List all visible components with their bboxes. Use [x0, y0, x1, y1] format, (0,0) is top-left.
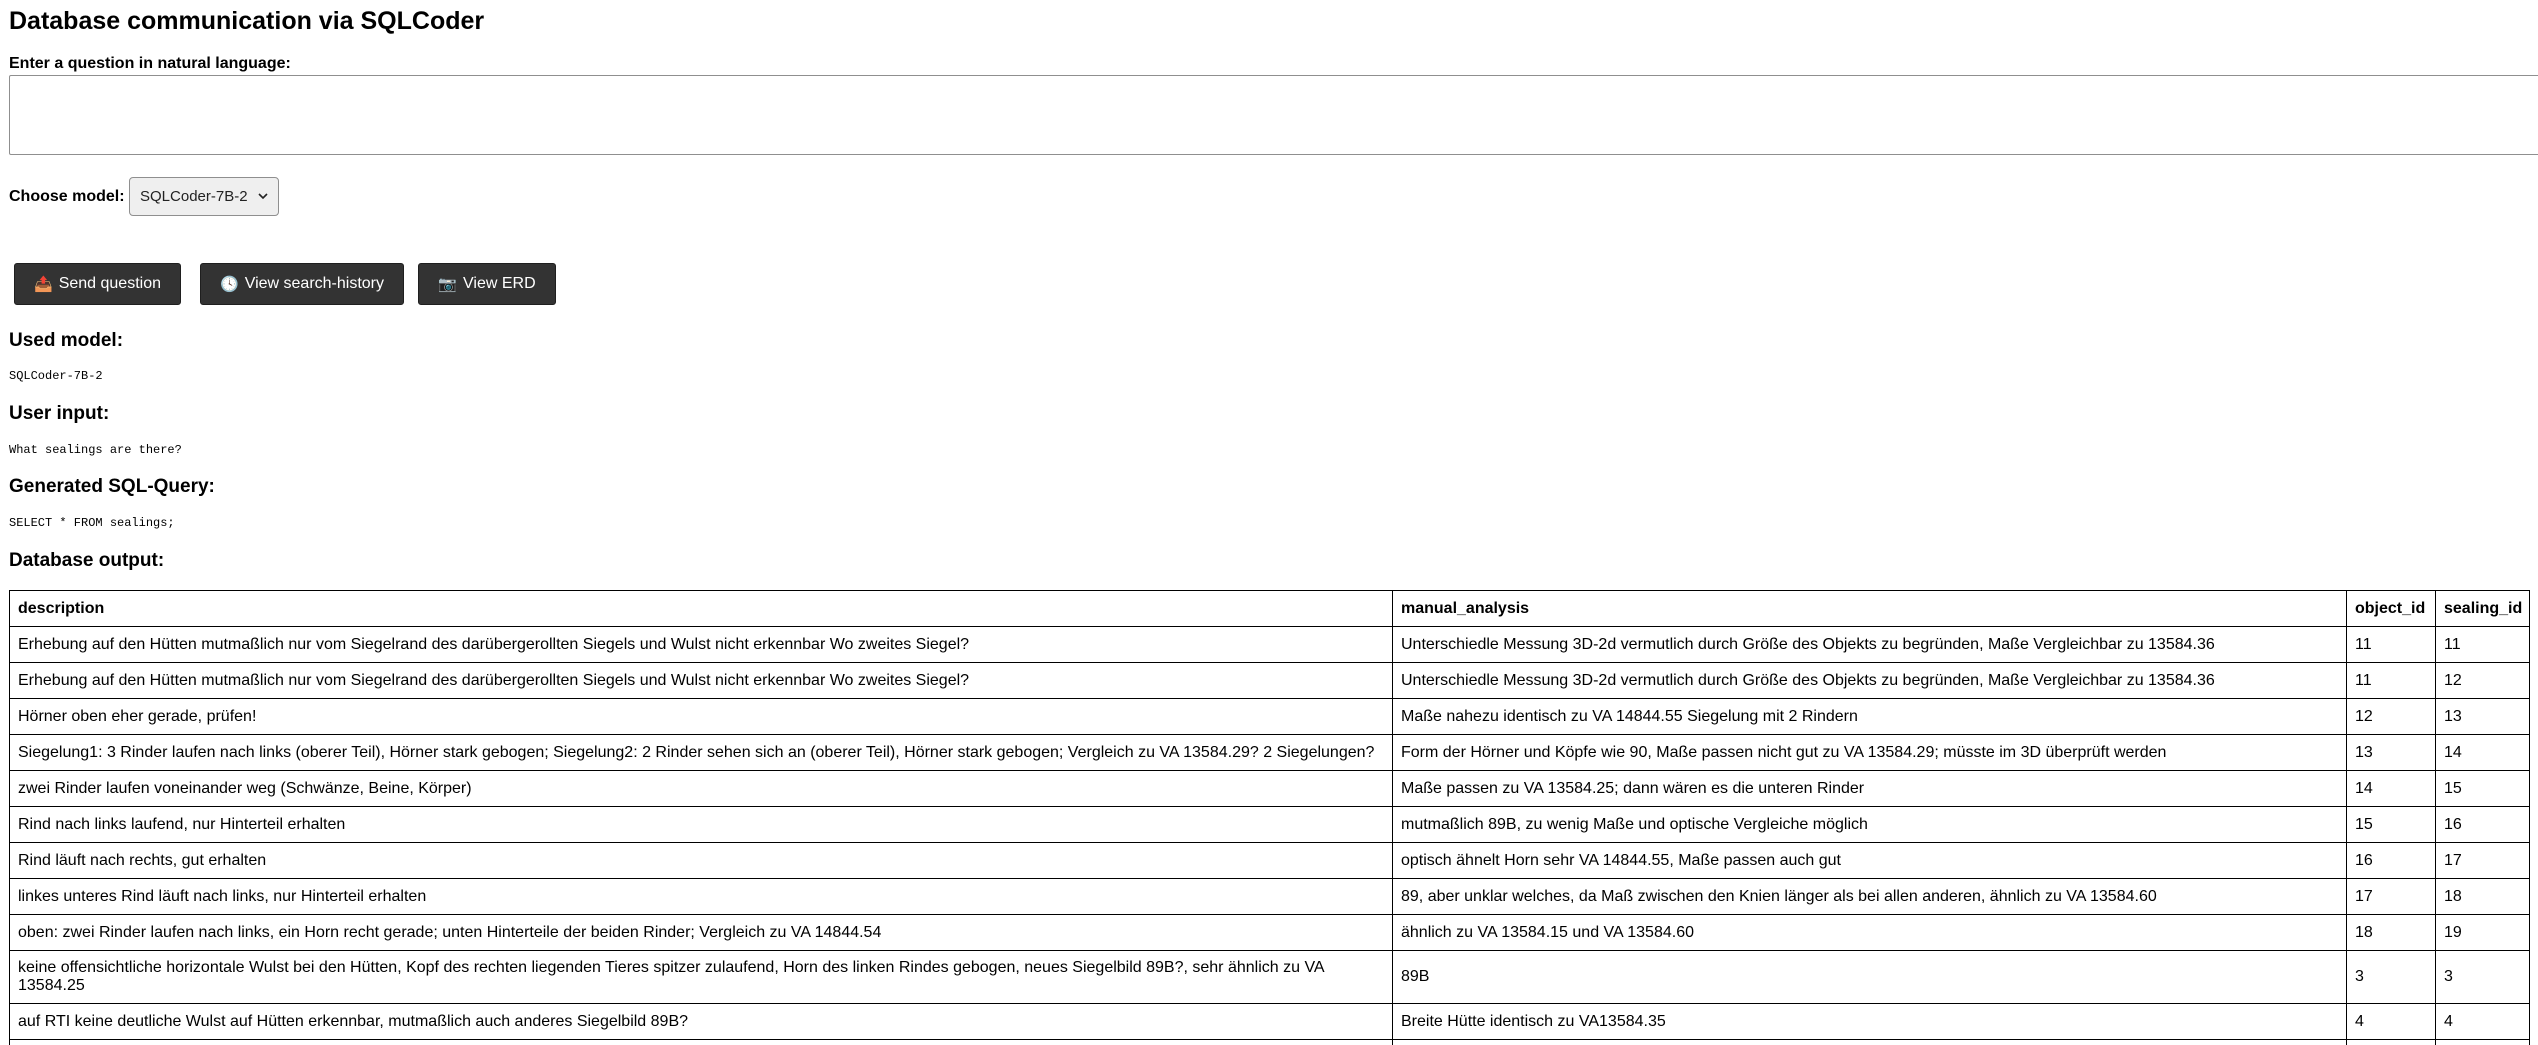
table-row: keine offensichtliche horizontale Wulst …	[9, 950, 2530, 1004]
cell-description: Erhebung auf den Hütten mutmaßlich nur v…	[9, 626, 1393, 663]
cell-object-id: 18	[2346, 914, 2436, 951]
cell-manual-analysis: Breite Hütte identisch zu VA13584.35	[1392, 1003, 2347, 1040]
cell-object-id: 15	[2346, 806, 2436, 843]
column-header-object-id: object_id	[2346, 590, 2436, 627]
user-input-heading: User input:	[9, 403, 110, 424]
cell-manual-analysis: mutmaßlich 89B, zu wenig Maße und optisc…	[1392, 806, 2347, 843]
used-model-value: SQLCoder-7B-2	[9, 369, 103, 383]
model-label: Choose model:	[9, 188, 125, 205]
cell-manual-analysis: 89B	[1392, 950, 2347, 1004]
cell-sealing-id: 16	[2435, 806, 2530, 843]
table-row	[9, 1039, 2530, 1045]
cell-description: Hörner oben eher gerade, prüfen!	[9, 698, 1393, 735]
cell-description: keine offensichtliche horizontale Wulst …	[9, 950, 1393, 1004]
question-label: Enter a question in natural language:	[9, 55, 291, 72]
cell-object-id: 3	[2346, 950, 2436, 1004]
cell-object-id: 11	[2346, 626, 2436, 663]
table-row: Erhebung auf den Hütten mutmaßlich nur v…	[9, 662, 2530, 699]
cell-sealing-id: 13	[2435, 698, 2530, 735]
outbox-tray-icon: 📤	[34, 276, 53, 293]
cell-object-id: 16	[2346, 842, 2436, 879]
database-output-heading: Database output:	[9, 550, 165, 571]
cell-object-id: 11	[2346, 662, 2436, 699]
used-model-heading: Used model:	[9, 330, 124, 351]
view-erd-label: View ERD	[463, 275, 536, 292]
cell-object-id: 14	[2346, 770, 2436, 807]
cell-description: linkes unteres Rind läuft nach links, nu…	[9, 878, 1393, 915]
cell-description: auf RTI keine deutliche Wulst auf Hütten…	[9, 1003, 1393, 1040]
cell-object-id: 4	[2346, 1003, 2436, 1040]
camera-icon: 📷	[438, 276, 458, 293]
table-row: zwei Rinder laufen voneinander weg (Schw…	[9, 770, 2530, 807]
cell-manual-analysis: optisch ähnelt Horn sehr VA 14844.55, Ma…	[1392, 842, 2347, 879]
page: Database communication via SQLCoder Ente…	[0, 0, 2538, 1045]
cell-manual-analysis: ähnlich zu VA 13584.15 und VA 13584.60	[1392, 914, 2347, 951]
send-question-label: Send question	[58, 275, 161, 292]
cell-sealing-id: 11	[2435, 626, 2530, 663]
model-select-value: SQLCoder-7B-2	[140, 188, 248, 205]
cell-description: Siegelung1: 3 Rinder laufen nach links (…	[9, 734, 1393, 771]
table-row: linkes unteres Rind läuft nach links, nu…	[9, 878, 2530, 915]
user-input-value: What sealings are there?	[9, 443, 182, 457]
cell-sealing-id: 3	[2435, 950, 2530, 1004]
view-search-history-label: View search-history	[244, 275, 384, 292]
cell-manual-analysis: Unterschiedle Messung 3D-2d vermutlich d…	[1392, 626, 2347, 663]
cell-manual-analysis: 89, aber unklar welches, da Maß zwischen…	[1392, 878, 2347, 915]
cell-description	[9, 1039, 1393, 1045]
cell-sealing-id: 4	[2435, 1003, 2530, 1040]
cell-object-id	[2346, 1039, 2436, 1045]
cell-sealing-id: 15	[2435, 770, 2530, 807]
cell-sealing-id: 12	[2435, 662, 2530, 699]
page-title: Database communication via SQLCoder	[9, 7, 485, 35]
table-row: Siegelung1: 3 Rinder laufen nach links (…	[9, 734, 2530, 771]
clock-icon: 🕓	[220, 276, 239, 293]
table-row: oben: zwei Rinder laufen nach links, ein…	[9, 914, 2530, 951]
table-row: auf RTI keine deutliche Wulst auf Hütten…	[9, 1003, 2530, 1040]
cell-manual-analysis: Maße nahezu identisch zu VA 14844.55 Sie…	[1392, 698, 2347, 735]
cell-description: zwei Rinder laufen voneinander weg (Schw…	[9, 770, 1393, 807]
table-row: Rind läuft nach rechts, gut erhalten opt…	[9, 842, 2530, 879]
cell-object-id: 13	[2346, 734, 2436, 771]
database-output-table: description manual_analysis object_id se…	[9, 590, 2530, 1045]
table-header-row: description manual_analysis object_id se…	[9, 590, 2530, 627]
cell-manual-analysis: Maße passen zu VA 13584.25; dann wären e…	[1392, 770, 2347, 807]
column-header-sealing-id: sealing_id	[2435, 590, 2530, 627]
send-question-button[interactable]: 📤 Send question	[14, 263, 181, 305]
table-row: Rind nach links laufend, nur Hinterteil …	[9, 806, 2530, 843]
view-erd-button[interactable]: 📷 View ERD	[418, 263, 556, 305]
cell-manual-analysis: Form der Hörner und Köpfe wie 90, Maße p…	[1392, 734, 2347, 771]
cell-description: oben: zwei Rinder laufen nach links, ein…	[9, 914, 1393, 951]
cell-sealing-id	[2435, 1039, 2530, 1045]
cell-description: Rind läuft nach rechts, gut erhalten	[9, 842, 1393, 879]
model-select[interactable]: SQLCoder-7B-2	[129, 177, 279, 216]
column-header-manual-analysis: manual_analysis	[1392, 590, 2347, 627]
view-search-history-button[interactable]: 🕓 View search-history	[200, 263, 404, 305]
table-row: Erhebung auf den Hütten mutmaßlich nur v…	[9, 626, 2530, 663]
column-header-description: description	[9, 590, 1393, 627]
cell-object-id: 12	[2346, 698, 2436, 735]
cell-manual-analysis	[1392, 1039, 2347, 1045]
cell-sealing-id: 17	[2435, 842, 2530, 879]
chevron-down-icon	[258, 191, 268, 203]
cell-sealing-id: 14	[2435, 734, 2530, 771]
cell-description: Erhebung auf den Hütten mutmaßlich nur v…	[9, 662, 1393, 699]
sql-query-value: SELECT * FROM sealings;	[9, 516, 175, 530]
table-row: Hörner oben eher gerade, prüfen! Maße na…	[9, 698, 2530, 735]
cell-object-id: 17	[2346, 878, 2436, 915]
cell-manual-analysis: Unterschiedle Messung 3D-2d vermutlich d…	[1392, 662, 2347, 699]
sql-query-heading: Generated SQL-Query:	[9, 476, 215, 497]
cell-sealing-id: 19	[2435, 914, 2530, 951]
question-input[interactable]	[9, 75, 2538, 155]
cell-description: Rind nach links laufend, nur Hinterteil …	[9, 806, 1393, 843]
cell-sealing-id: 18	[2435, 878, 2530, 915]
